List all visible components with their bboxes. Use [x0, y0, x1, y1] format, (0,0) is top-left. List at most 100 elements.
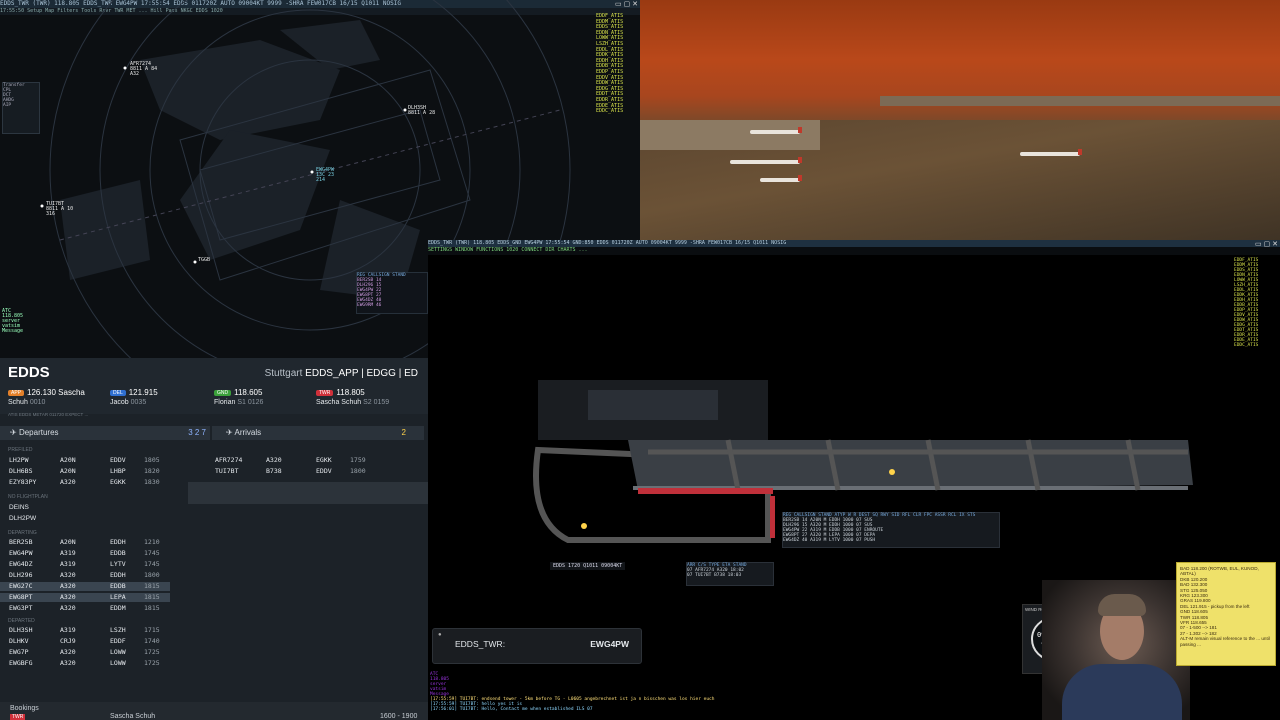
- atis-item[interactable]: EDDC_ATIS: [596, 108, 636, 115]
- list-item[interactable]: DEINS: [9, 503, 29, 512]
- table-cell: 1815: [144, 593, 160, 601]
- table-cell: A319: [60, 626, 76, 634]
- message-console[interactable]: ATC 118.805 server vatsim Message [17:55…: [430, 672, 714, 712]
- table-cell: 1800: [350, 467, 366, 475]
- chat-input[interactable]: ● EDDS_TWR: EWG4PW: [432, 628, 642, 664]
- table-row[interactable]: DLH3SH A319 LSZH 1715: [0, 626, 170, 635]
- table-row[interactable]: EWG27C A320 EDDB 1815: [0, 582, 170, 591]
- table-cell: A320: [266, 456, 282, 464]
- arrival-count: 2: [401, 428, 406, 437]
- position-gnd[interactable]: GND 118.605 Florian S1 0126: [214, 388, 263, 406]
- aircraft-model: [750, 127, 802, 134]
- departure-mini-list[interactable]: REG CALLSIGN STAND BER2SB 14 DLH296 15 E…: [356, 272, 428, 314]
- drag-overlay: [188, 482, 428, 504]
- sector-breadcrumb[interactable]: Stuttgart EDDS_APP | EDGG | ED: [265, 368, 418, 379]
- person-shirt: [1062, 664, 1182, 720]
- departure-counts: 3 2 7: [188, 428, 206, 437]
- sector-path: EDDS_APP | EDGG | ED: [305, 368, 418, 379]
- table-row[interactable]: DLHKV CRJ9 EDDF 1740: [0, 637, 170, 646]
- table-row[interactable]: EWGBFG A320 LOWW 1725: [0, 659, 170, 668]
- table-row[interactable]: EZY83PY A320 EGKK 1830: [0, 478, 170, 487]
- section-departing: DEPARTING: [8, 530, 37, 536]
- section-departed: DEPARTED: [8, 618, 35, 624]
- departures-header[interactable]: ✈ Departures 3 2 7: [0, 426, 210, 440]
- table-row[interactable]: EWG7P A320 LOWW 1725: [0, 648, 170, 657]
- radar-side-panel[interactable]: Transfer CPL DCT AHDG AIP: [2, 82, 40, 134]
- aircraft-label-dlh3sh[interactable]: DLH3SH 8811 A 28: [408, 106, 435, 116]
- table-cell: EWG3PT: [9, 604, 33, 612]
- table-cell: 1740: [144, 637, 160, 645]
- tower-3d-view: [640, 0, 1280, 240]
- chat-close-icon[interactable]: ●: [438, 632, 442, 638]
- table-row[interactable]: BER25B A20N EDDH 1210: [0, 538, 170, 547]
- position-app[interactable]: APP 126.130 Sascha Schuh 0010: [8, 388, 85, 406]
- table-row[interactable]: EWG8PT A320 LEPA 1815: [0, 593, 170, 602]
- table-cell: CRJ9: [60, 637, 76, 645]
- table-cell: A320: [60, 593, 76, 601]
- table-cell: 1815: [144, 604, 160, 612]
- table-row[interactable]: EWG3PT A320 EDDM 1815: [0, 604, 170, 613]
- aircraft-label-tui7bt[interactable]: TUI7BT 8811 A 10 316: [46, 202, 73, 217]
- position-freq: 126.130 Sascha: [27, 388, 85, 397]
- atis-list: EDDF_ATIS EDDM_ATIS EDDS_ATIS EDDN_ATIS LOWW…: [596, 13, 636, 115]
- table-cell: EDDB: [110, 582, 126, 590]
- terminal-building: [880, 96, 1280, 106]
- table-row[interactable]: AFR7274 A320 EGKK 1759: [206, 456, 376, 465]
- table-cell: DLH296: [9, 571, 33, 579]
- departure-strip-list[interactable]: REG CALLSIGN STAND ATYP W R DEST SQ RWY …: [782, 512, 1000, 548]
- chat-label: EDDS_TWR:: [455, 639, 506, 649]
- position-twr[interactable]: TWR 118.805 Sascha Schuh S2 0159: [316, 388, 389, 406]
- aircraft-model: [760, 175, 802, 182]
- table-cell: DLH3SH: [9, 626, 33, 634]
- table-cell: EDDM: [110, 604, 126, 612]
- arrival-strip-list[interactable]: ARR C/S TYPE ETA STAND 07 AFR7274 A320 1…: [686, 562, 774, 586]
- table-cell: EWG8PT: [9, 593, 33, 601]
- chat-callsign: EWG4PW: [590, 639, 629, 649]
- table-cell: 1725: [144, 659, 160, 667]
- table-row[interactable]: DLH6BS A20N LHBP 1820: [0, 467, 170, 476]
- table-cell: 1800: [144, 571, 160, 579]
- table-row[interactable]: EWG4DZ 40 A319 M LYTV 1000 07 PUSH: [783, 538, 999, 543]
- atis-item[interactable]: EDDC_ATIS: [1234, 343, 1276, 348]
- table-cell: LYTV: [110, 560, 126, 568]
- position-freq: 118.805: [336, 388, 365, 397]
- table-cell: LOWW: [110, 659, 126, 667]
- radar-message-area: ATC 118.805 server vatsim Message: [2, 308, 24, 334]
- airport-status-line: EDDS 1720 Q1011 09004KT: [550, 562, 626, 570]
- table-cell: A319: [60, 560, 76, 568]
- table-cell: LSZH: [110, 626, 126, 634]
- list-item[interactable]: EWG9RM 46: [357, 303, 427, 308]
- table-cell: A320: [60, 659, 76, 667]
- table-row[interactable]: DLH296 A320 EDDH 1800: [0, 571, 170, 580]
- table-cell: A320: [60, 478, 76, 486]
- airport-info-board[interactable]: EDDS Stuttgart EDDS_APP | EDGG | ED APP 1…: [0, 358, 428, 720]
- table-cell: LEPA: [110, 593, 126, 601]
- table-row[interactable]: 07 TUI7BT B738 18:03: [687, 573, 773, 578]
- controller-name: Florian: [214, 399, 236, 406]
- aircraft-label-ewg4pw[interactable]: EWG4PW 13C 23 214: [316, 168, 334, 183]
- table-row[interactable]: EWG4PW A319 EDDB 1745: [0, 549, 170, 558]
- table-row[interactable]: LH2PW A20N EDDV 1805: [0, 456, 170, 465]
- table-cell: EDDV: [110, 456, 126, 464]
- table-cell: BER25B: [9, 538, 33, 546]
- table-cell: 1725: [144, 648, 160, 656]
- controller-name: Sascha Schuh: [316, 399, 362, 406]
- table-cell: 1759: [350, 456, 366, 464]
- table-row[interactable]: EWG4DZ A319 LYTV 1745: [0, 560, 170, 569]
- aircraft-label-afr7274[interactable]: AFR7274 8811 A 84 A32: [130, 62, 157, 77]
- table-row[interactable]: TUI7BT B738 EDDV 1800: [206, 467, 376, 476]
- controller-code: 0010: [29, 399, 46, 406]
- table-cell: A319: [60, 549, 76, 557]
- controller-code: S1 0126: [237, 399, 264, 406]
- table-cell: A20N: [60, 456, 76, 464]
- del-badge: DEL: [110, 389, 126, 396]
- position-del[interactable]: DEL 121.915 Jacob 0035: [110, 388, 158, 406]
- list-item[interactable]: DLH2PW: [9, 514, 36, 523]
- table-cell: EDDH: [110, 538, 126, 546]
- table-cell: EDDV: [316, 467, 332, 475]
- arrivals-header[interactable]: ✈ Arrivals 2: [212, 426, 424, 440]
- table-cell: AFR7274: [215, 456, 243, 464]
- airport-code: EDDS: [8, 364, 50, 381]
- bookings-bar[interactable]: Bookings TWR Sascha Schuh 1600 - 1900: [0, 702, 428, 720]
- side-item[interactable]: AIP: [3, 103, 39, 108]
